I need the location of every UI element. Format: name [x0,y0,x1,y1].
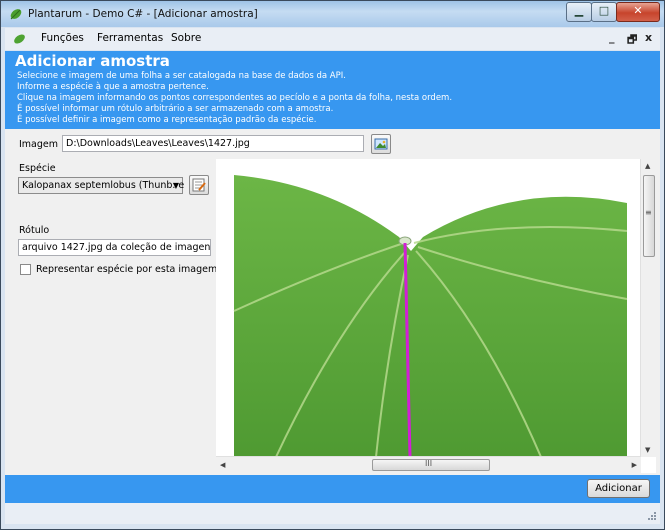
mdi-restore-button[interactable]: 🗗 [627,31,637,50]
grip-icon: III [425,459,433,468]
scroll-left-icon[interactable]: ◀ [220,461,225,469]
horizontal-scrollbar[interactable]: ◀ III ▶ [216,456,641,473]
leaf-image[interactable] [216,159,641,457]
species-label: Espécie [19,163,56,174]
represent-species-checkbox[interactable] [20,264,31,275]
scroll-down-icon[interactable]: ▼ [645,446,650,454]
instructions-banner: Adicionar amostra Selecione e imagem de … [5,51,660,129]
vertical-scroll-thumb[interactable]: ≡ [643,175,655,257]
vertical-scrollbar[interactable]: ▲ ≡ ▼ [640,159,656,457]
label-input[interactable]: arquivo 1427.jpg da coleção de imagens [18,239,211,256]
instruction-line: É possível informar um rótulo arbitrário… [17,104,334,114]
scroll-up-icon[interactable]: ▲ [645,162,650,170]
browse-image-button[interactable] [371,134,391,154]
maximize-icon: □ [598,4,610,17]
scroll-right-icon[interactable]: ▶ [632,461,637,469]
close-button[interactable]: ✕ [616,2,660,22]
image-viewer[interactable]: ▲ ≡ ▼ ◀ III ▶ [216,159,656,473]
species-select-value: Kalopanax septemlobus (Thunb. e [22,180,185,191]
menu-sobre[interactable]: Sobre [171,32,201,44]
horizontal-scroll-thumb[interactable]: III [372,459,490,471]
instruction-line: Informe a espécie à que a amostra perten… [17,82,209,92]
image-label: Imagem [19,139,59,150]
minimize-button[interactable]: ▁ [566,2,592,22]
chevron-down-icon: ▼ [172,181,179,190]
image-path-field[interactable]: D:\Downloads\Leaves\Leaves\1427.jpg [62,135,364,152]
add-button[interactable]: Adicionar [587,479,650,498]
maximize-button[interactable]: □ [591,2,617,22]
resize-grip-icon[interactable] [647,511,657,521]
instruction-line: É possível definir a imagem como a repre… [17,115,317,125]
instruction-line: Selecione e imagem de uma folha a ser ca… [17,71,346,81]
title-bar[interactable]: Plantarum - Demo C# - [Adicionar amostra… [1,1,664,27]
window-title: Plantarum - Demo C# - [Adicionar amostra… [28,8,258,20]
menu-funcoes[interactable]: Funções [41,32,84,44]
instruction-line: Clique na imagem informando os pontos co… [17,93,453,103]
form-area: Imagem D:\Downloads\Leaves\Leaves\1427.j… [5,129,660,475]
edit-list-icon [192,178,206,192]
leaf-menu-icon [13,33,26,45]
species-select[interactable]: Kalopanax septemlobus (Thunb. e ▼ [18,177,185,194]
status-bar [5,503,660,524]
label-field-label: Rótulo [19,225,50,236]
picture-icon [374,138,388,150]
menu-ferramentas[interactable]: Ferramentas [97,32,163,44]
app-window: Plantarum - Demo C# - [Adicionar amostra… [0,0,665,530]
footer-bar: Adicionar [5,475,660,503]
edit-species-button[interactable] [189,175,209,195]
leaf-app-icon [9,7,23,21]
grip-icon: ≡ [645,208,652,217]
close-icon: ✕ [633,4,643,17]
page-title: Adicionar amostra [15,52,170,70]
represent-species-label: Representar espécie por esta imagem [36,264,218,275]
mdi-close-button[interactable]: x [645,31,652,44]
mdi-minimize-button[interactable]: _ [609,31,615,44]
menu-bar: Funções Ferramentas Sobre _ 🗗 x [5,28,660,50]
minimize-icon: ▁ [574,4,584,17]
